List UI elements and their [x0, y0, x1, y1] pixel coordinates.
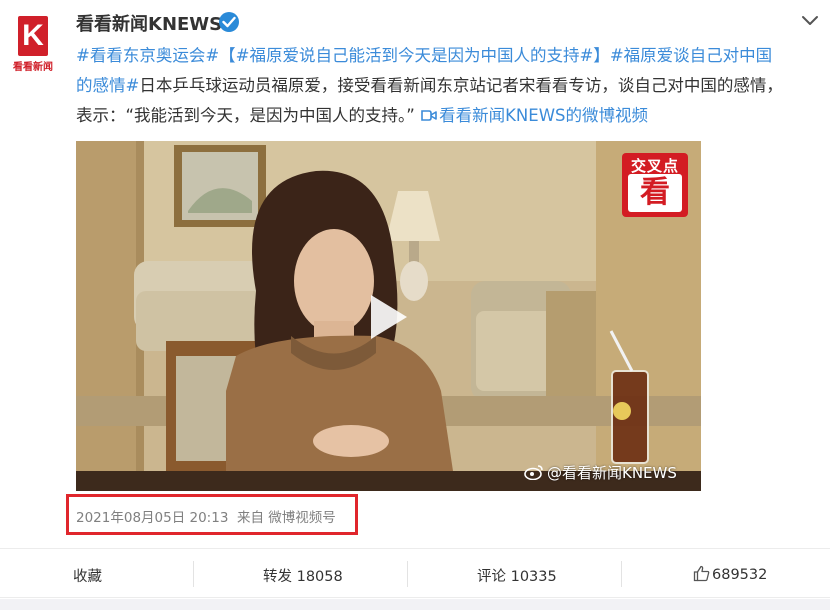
timestamp: 2021年08月05日 20:13 来自 微博视频号 [76, 506, 336, 526]
channel-badge: 交叉点 看 [622, 153, 688, 217]
favorite-button[interactable]: 收藏 [73, 565, 102, 586]
weibo-logo-icon [524, 465, 543, 480]
like-button[interactable]: 689532 [693, 565, 767, 583]
post-source[interactable]: 来自 微博视频号 [237, 510, 336, 526]
thumbs-up-icon [693, 565, 710, 582]
repost-button[interactable]: 转发 18058 [263, 565, 343, 586]
avatar-caption: 看看新闻 [13, 62, 53, 73]
divider [193, 561, 194, 587]
divider [407, 561, 408, 587]
post-body-line: 日本乒乓球运动员福原爱，接受看看新闻东京站记者宋看看专访，谈自己对中国的感情， [139, 76, 783, 95]
watermark-text: @看看新闻KNEWS [547, 464, 677, 482]
play-icon[interactable] [371, 295, 407, 339]
like-count: 689532 [712, 567, 768, 583]
post-quote: 表示：“我能活到今天，是因为中国人的支持。” [76, 106, 415, 125]
video-link[interactable]: 看看新闻KNEWS的微博视频 [420, 106, 648, 125]
divider [621, 561, 622, 587]
video-player[interactable] [76, 141, 701, 491]
avatar-letter: K [22, 19, 44, 52]
badge-top-text: 交叉点 [630, 157, 679, 175]
comment-button[interactable]: 评论 10335 [477, 565, 557, 586]
knews-logo: K [18, 16, 48, 56]
hashtag-fukuhara-china-end[interactable]: 的感情# [76, 76, 139, 95]
avatar[interactable]: K 看看新闻 [6, 6, 56, 74]
hashtag-tokyo-olympics[interactable]: #看看东京奥运会# [76, 46, 219, 65]
hashtag-fukuhara-support[interactable]: 【#福原爱说自己能活到今天是因为中国人的支持#】 [219, 46, 610, 65]
post-time[interactable]: 2021年08月05日 20:13 [76, 510, 228, 526]
user-name[interactable]: 看看新闻KNEWS [76, 10, 222, 36]
bottom-strip [0, 599, 830, 610]
video-watermark: @看看新闻KNEWS [524, 462, 677, 483]
chevron-down-icon[interactable] [800, 14, 820, 28]
verified-icon [219, 12, 239, 32]
badge-bottom-text: 看 [628, 174, 682, 212]
hashtag-fukuhara-china[interactable]: #福原爱谈自己对中国 [610, 46, 772, 65]
action-bar: 收藏 转发 18058 评论 10335 689532 [0, 548, 830, 598]
video-link-label: 看看新闻KNEWS的微博视频 [439, 106, 648, 125]
video-link-icon [421, 110, 437, 121]
post-text: #看看东京奥运会#【#福原爱说自己能活到今天是因为中国人的支持#】#福原爱谈自己… [76, 41, 820, 131]
